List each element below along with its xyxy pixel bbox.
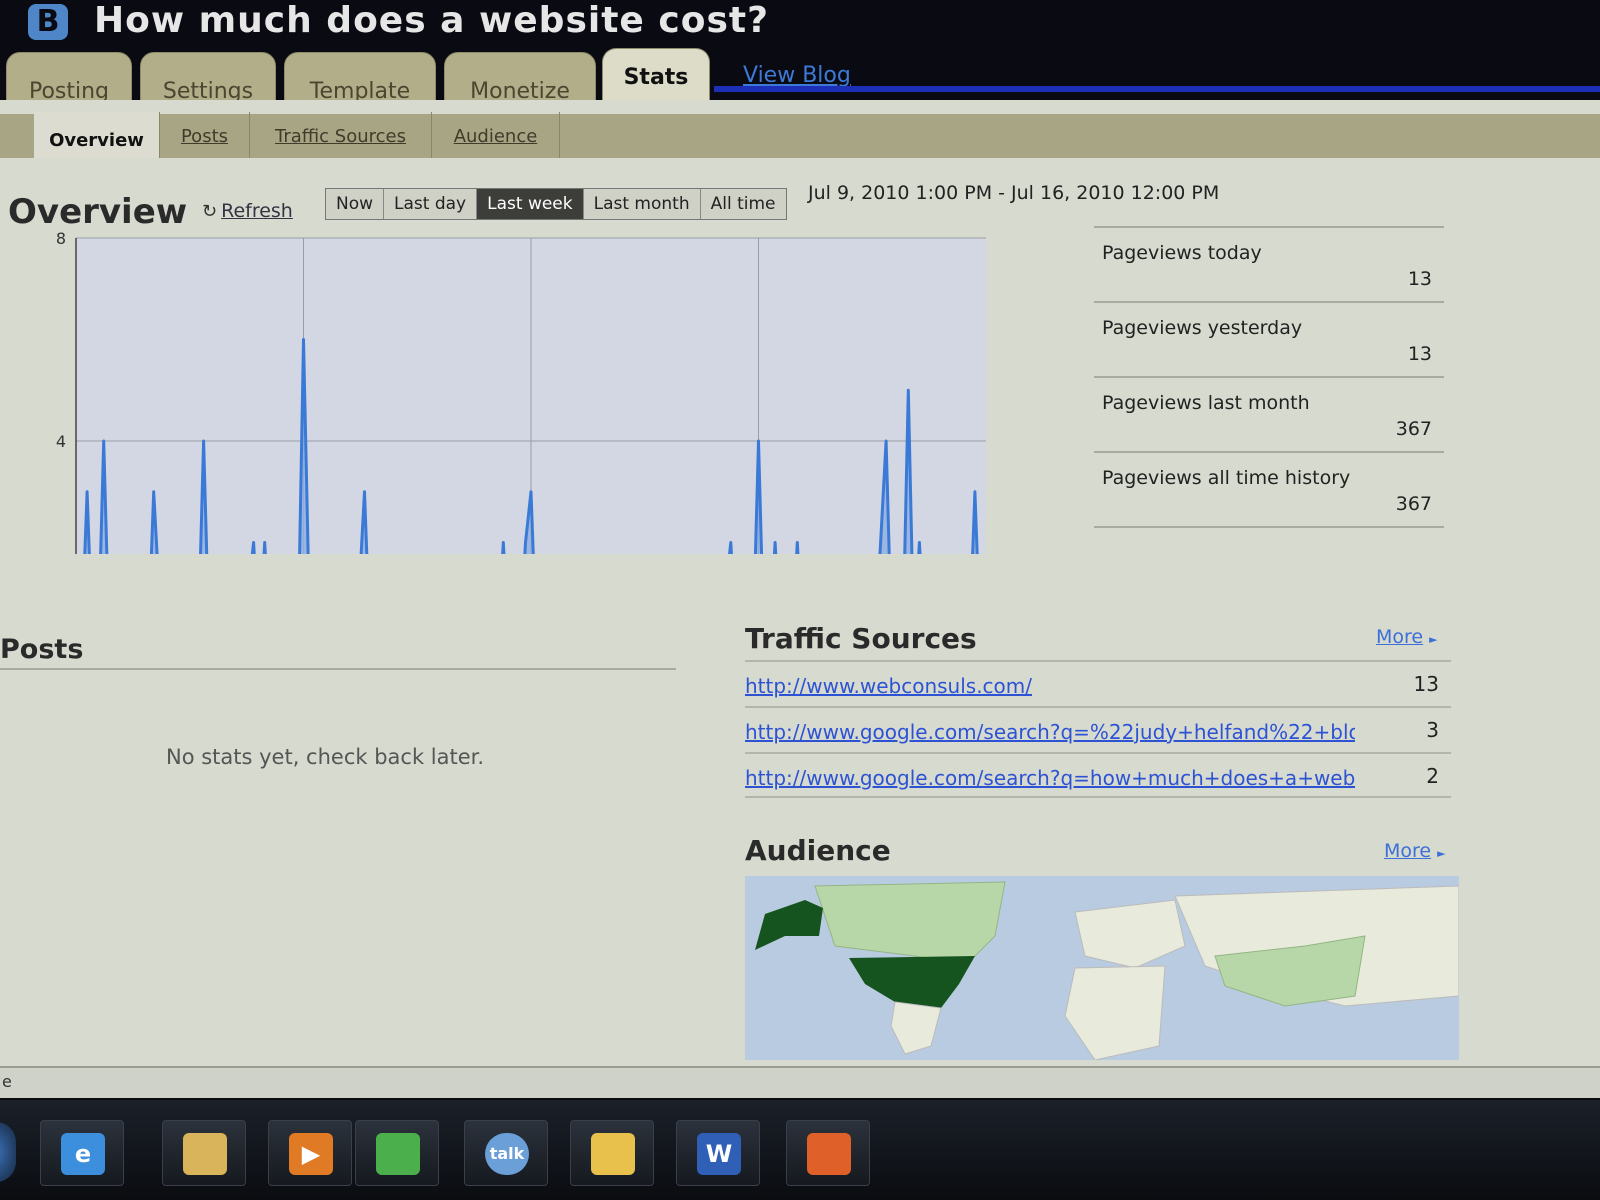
stat-value: 13 xyxy=(1407,343,1432,365)
start-button[interactable] xyxy=(0,1122,16,1182)
media-player-icon: ▶ xyxy=(289,1133,333,1175)
stat-label: Pageviews today xyxy=(1102,242,1262,264)
stat-label: Pageviews all time history xyxy=(1102,467,1351,489)
range-last-day-button[interactable]: Last day xyxy=(384,189,478,219)
y-tick-label: 8 xyxy=(56,229,66,248)
traffic-sources-heading: Traffic Sources xyxy=(745,622,977,655)
date-range-text: Jul 9, 2010 1:00 PM - Jul 16, 2010 12:00… xyxy=(808,182,1220,204)
range-last-month-button[interactable]: Last month xyxy=(583,189,701,219)
referrer-link[interactable]: http://www.google.com/search?q=how+much+… xyxy=(745,766,1355,790)
taskbar-button[interactable] xyxy=(162,1120,246,1186)
taskbar-button[interactable] xyxy=(355,1120,439,1186)
blogger-logo-icon[interactable]: B xyxy=(28,4,68,40)
audience-more-link[interactable]: More ► xyxy=(1384,840,1446,862)
stat-value: 367 xyxy=(1395,493,1432,515)
google-talk-icon: talk xyxy=(485,1133,529,1175)
blogger-header: B How much does a website cost? Posting … xyxy=(0,0,1600,118)
referrer-count: 3 xyxy=(1426,718,1439,742)
list-item: http://www.webconsuls.com/ 13 xyxy=(745,660,1451,706)
list-item: http://www.google.com/search?q=%22judy+h… xyxy=(745,706,1451,752)
referrer-link[interactable]: http://www.webconsuls.com/ xyxy=(745,674,1355,698)
tab-underline xyxy=(714,86,1600,92)
subtab-overview[interactable]: Overview xyxy=(34,112,160,158)
traffic-sources-more-link[interactable]: More ► xyxy=(1376,626,1438,648)
range-last-week-button[interactable]: Last week xyxy=(477,189,584,219)
status-text: e xyxy=(2,1072,12,1091)
divider xyxy=(1094,526,1444,528)
taskbar-button[interactable] xyxy=(570,1120,654,1186)
stat-row: Pageviews all time history 367 xyxy=(1094,451,1444,526)
stat-value: 13 xyxy=(1407,268,1432,290)
subtab-audience[interactable]: Audience xyxy=(432,112,560,158)
browser-status-bar: e xyxy=(0,1066,1600,1098)
arrow-right-icon: ► xyxy=(1429,633,1438,646)
internet-explorer-icon: e xyxy=(61,1133,105,1175)
range-all-time-button[interactable]: All time xyxy=(700,189,786,219)
divider xyxy=(0,668,676,670)
refresh-button[interactable]: ↻ Refresh xyxy=(202,200,293,222)
referrer-count: 2 xyxy=(1426,764,1439,788)
subtab-traffic-sources[interactable]: Traffic Sources xyxy=(250,112,432,158)
more-label: More xyxy=(1376,626,1424,648)
stats-content: Overview Posts Traffic Sources Audience … xyxy=(0,100,1600,1080)
y-tick-label: 4 xyxy=(56,432,66,451)
view-blog-link[interactable]: View Blog xyxy=(743,63,851,88)
arrow-right-icon: ► xyxy=(1437,847,1446,860)
refresh-label: Refresh xyxy=(221,200,293,222)
messenger-icon xyxy=(376,1133,420,1175)
stat-label: Pageviews yesterday xyxy=(1102,317,1303,339)
taskbar-button[interactable] xyxy=(786,1120,870,1186)
stat-row: Pageviews last month 367 xyxy=(1094,376,1444,451)
word-icon: W xyxy=(697,1133,741,1175)
stat-value: 367 xyxy=(1395,418,1432,440)
outlook-icon xyxy=(591,1133,635,1175)
posts-heading: Posts xyxy=(0,634,84,665)
blog-title: How much does a website cost? xyxy=(94,0,769,41)
list-item: http://www.google.com/search?q=how+much+… xyxy=(745,752,1451,798)
pageviews-chart: 487/9/10 1:00 PM7/11/10 7:00 AM7/13/10 1… xyxy=(56,229,986,554)
taskbar-button[interactable]: ▶ xyxy=(268,1120,352,1186)
stat-row: Pageviews today 13 xyxy=(1094,226,1444,301)
audience-world-map xyxy=(745,876,1459,1060)
stat-row: Pageviews yesterday 13 xyxy=(1094,301,1444,376)
taskbar-button[interactable]: e xyxy=(40,1120,124,1186)
firefox-icon xyxy=(807,1133,851,1175)
windows-taskbar: e ▶ talk W xyxy=(0,1100,1600,1200)
range-now-button[interactable]: Now xyxy=(326,189,385,219)
referrer-link[interactable]: http://www.google.com/search?q=%22judy+h… xyxy=(745,720,1355,744)
referrer-count: 13 xyxy=(1413,672,1439,696)
traffic-sources-list: http://www.webconsuls.com/ 13 http://www… xyxy=(745,660,1451,798)
subtab-posts[interactable]: Posts xyxy=(160,112,250,158)
more-label: More xyxy=(1384,840,1432,862)
range-selector: Now Last day Last week Last month All ti… xyxy=(325,188,787,220)
pageview-stats: Pageviews today 13 Pageviews yesterday 1… xyxy=(1094,226,1444,528)
folder-icon xyxy=(183,1133,227,1175)
taskbar-button[interactable]: talk xyxy=(464,1120,548,1186)
stat-label: Pageviews last month xyxy=(1102,392,1310,414)
taskbar-button[interactable]: W xyxy=(676,1120,760,1186)
refresh-icon: ↻ xyxy=(202,201,218,222)
audience-heading: Audience xyxy=(745,834,891,867)
posts-empty-message: No stats yet, check back later. xyxy=(166,745,485,769)
